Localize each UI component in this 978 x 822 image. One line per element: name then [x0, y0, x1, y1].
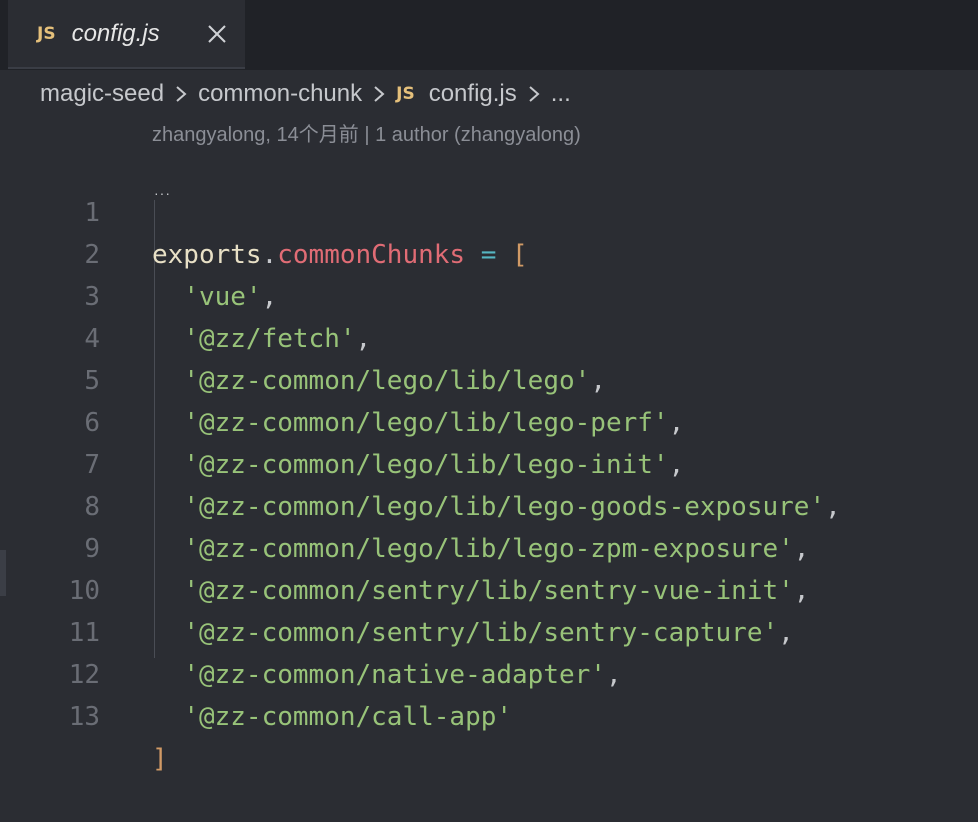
- token-string: '@zz-common/call-app': [183, 702, 513, 732]
- chevron-right-icon: [529, 86, 540, 102]
- code-line: 9 '@zz-common/sentry/lib/sentry-vue-init…: [0, 486, 978, 606]
- code-line: 10 '@zz-common/sentry/lib/sentry-capture…: [0, 528, 978, 648]
- breadcrumb-symbols-more[interactable]: ...: [551, 80, 571, 108]
- code-line: 6 '@zz-common/lego/lib/lego-init',: [0, 360, 978, 480]
- tab-title: config.js: [71, 19, 160, 47]
- breadcrumb-item-magic-seed[interactable]: magic-seed: [40, 80, 164, 108]
- line-number: 13: [68, 702, 100, 732]
- code-line: 5 '@zz-common/lego/lib/lego-perf',: [0, 318, 978, 438]
- tab-config-js[interactable]: JS config.js: [8, 0, 245, 69]
- chevron-right-icon: [176, 86, 187, 102]
- breadcrumb: magic-seed common-chunk JS config.js ...: [0, 70, 978, 118]
- js-file-icon: JS: [37, 23, 56, 44]
- token-close-bracket: ]: [152, 744, 168, 774]
- code-line: 8 '@zz-common/lego/lib/lego-zpm-exposure…: [0, 444, 978, 564]
- code-line: 4 '@zz-common/lego/lib/lego',: [0, 276, 978, 396]
- code-line: 2 'vue',: [0, 192, 978, 312]
- code-line: 1 exports.commonChunks = [: [0, 150, 978, 270]
- js-file-icon: JS: [396, 84, 415, 104]
- code-line: 12 '@zz-common/call-app': [0, 612, 978, 732]
- breadcrumb-item-common-chunk[interactable]: common-chunk: [198, 80, 362, 108]
- code-line: 11 '@zz-common/native-adapter',: [0, 570, 978, 690]
- code-editor[interactable]: 1 exports.commonChunks = [ 2 'vue', 3 '@…: [0, 150, 978, 774]
- close-icon[interactable]: [205, 22, 229, 46]
- chevron-right-icon: [374, 86, 385, 102]
- tab-bar: JS config.js: [0, 0, 978, 70]
- code-line: 13 ]: [0, 654, 978, 774]
- breadcrumb-item-config-js[interactable]: config.js: [429, 80, 517, 108]
- git-blame-codelens[interactable]: zhangyalong, 14个月前 | 1 author (zhangyalo…: [152, 118, 581, 147]
- code-line: 3 '@zz/fetch',: [0, 234, 978, 354]
- code-line: 7 '@zz-common/lego/lib/lego-goods-exposu…: [0, 402, 978, 522]
